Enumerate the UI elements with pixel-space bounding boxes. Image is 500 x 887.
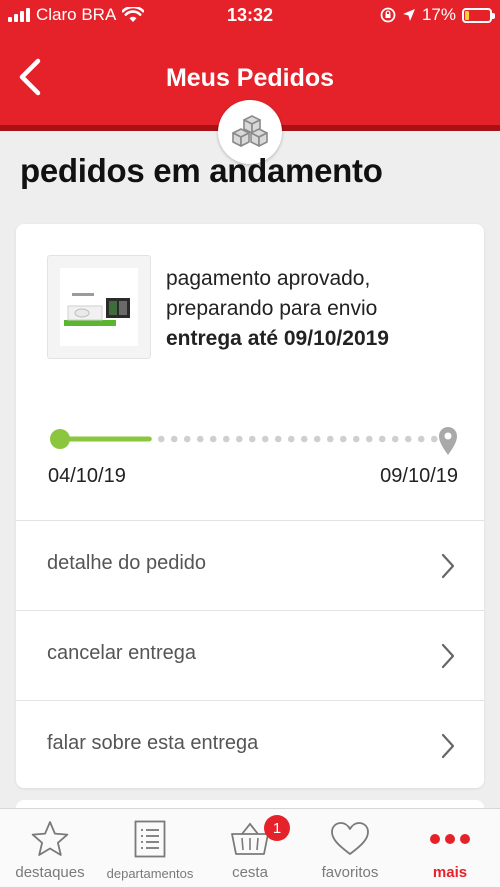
tracker-dot — [209, 435, 217, 443]
location-pin-center — [444, 432, 452, 440]
heart-icon — [331, 822, 369, 855]
section-title: pedidos em andamento — [20, 152, 383, 189]
order-detail-row[interactable]: detalhe do pedido — [16, 520, 484, 610]
delivery-tracker — [50, 427, 457, 455]
tracker-dot — [365, 435, 373, 443]
bottom-nav: destaques departamentos 1 cesta favorito… — [0, 808, 500, 887]
chevron-right-icon — [441, 643, 455, 669]
tracker-dot — [261, 435, 269, 443]
status-line-1: pagamento aprovado, — [166, 267, 371, 290]
nav-favoritos[interactable]: favoritos — [300, 809, 400, 887]
tracker-dot — [248, 435, 256, 443]
contact-delivery-row[interactable]: falar sobre esta entrega — [16, 700, 484, 790]
more-dots-icon — [430, 834, 470, 844]
status-bar: Claro BRA 13:32 17% — [0, 0, 500, 31]
tracker-dates: 04/10/19 09/10/19 — [48, 465, 458, 488]
tracker-dot — [274, 435, 282, 443]
end-date: 09/10/19 — [380, 465, 458, 487]
boxes-icon — [232, 115, 268, 147]
rotation-lock-icon — [380, 7, 396, 23]
tracker-dot — [235, 435, 243, 443]
delivery-deadline: entrega até 09/10/2019 — [166, 327, 389, 350]
nav-mais[interactable]: mais — [400, 809, 500, 887]
list-icon — [134, 820, 166, 858]
chevron-right-icon — [441, 553, 455, 579]
location-arrow-icon — [402, 9, 415, 21]
order-detail-label: detalhe do pedido — [47, 552, 207, 574]
tracker-dot — [287, 435, 295, 443]
status-right: 17% — [380, 5, 495, 25]
contact-delivery-label: falar sobre esta entrega — [47, 732, 259, 754]
console-image — [60, 268, 138, 346]
tracker-dot — [313, 435, 321, 443]
tracker-dot — [326, 435, 334, 443]
nav-label: mais — [432, 864, 468, 881]
star-icon — [31, 821, 69, 856]
product-image[interactable] — [47, 255, 151, 359]
nav-cesta[interactable]: 1 cesta — [200, 809, 300, 887]
tracker-start-marker — [50, 429, 70, 449]
tracker-dot — [404, 435, 412, 443]
cancel-delivery-row[interactable]: cancelar entrega — [16, 610, 484, 700]
nav-label: favoritos — [321, 864, 379, 881]
tracker-dot — [378, 435, 386, 443]
battery-percent: 17% — [421, 5, 456, 24]
page-title: Meus Pedidos — [165, 64, 335, 92]
cart-count-badge: 1 — [264, 815, 290, 841]
nav-label: cesta — [232, 864, 268, 881]
location-pin-icon — [439, 427, 457, 455]
tracker-dot — [391, 435, 399, 443]
cancel-delivery-label: cancelar entrega — [47, 642, 196, 664]
nav-label: destaques — [15, 864, 85, 881]
order-card: pagamento aprovado, preparando para envi… — [16, 224, 484, 788]
tracker-dot — [196, 435, 204, 443]
tracker-dot — [352, 435, 360, 443]
tracker-dot — [157, 435, 165, 443]
nav-destaques[interactable]: destaques — [0, 809, 100, 887]
nav-label: departamentos — [106, 866, 194, 881]
tracker-dot — [300, 435, 308, 443]
battery-icon — [462, 7, 495, 23]
nav-departamentos[interactable]: departamentos — [100, 809, 200, 887]
status-line-2: preparando para envio — [166, 297, 378, 320]
tracker-dot — [430, 435, 438, 443]
tracker-dot — [222, 435, 230, 443]
tracker-dot — [170, 435, 178, 443]
chevron-right-icon — [441, 733, 455, 759]
tracker-dot — [339, 435, 347, 443]
tracker-dot — [183, 435, 191, 443]
start-date: 04/10/19 — [48, 465, 126, 487]
tracker-dot — [417, 435, 425, 443]
order-status: pagamento aprovado, preparando para envi… — [166, 264, 389, 354]
